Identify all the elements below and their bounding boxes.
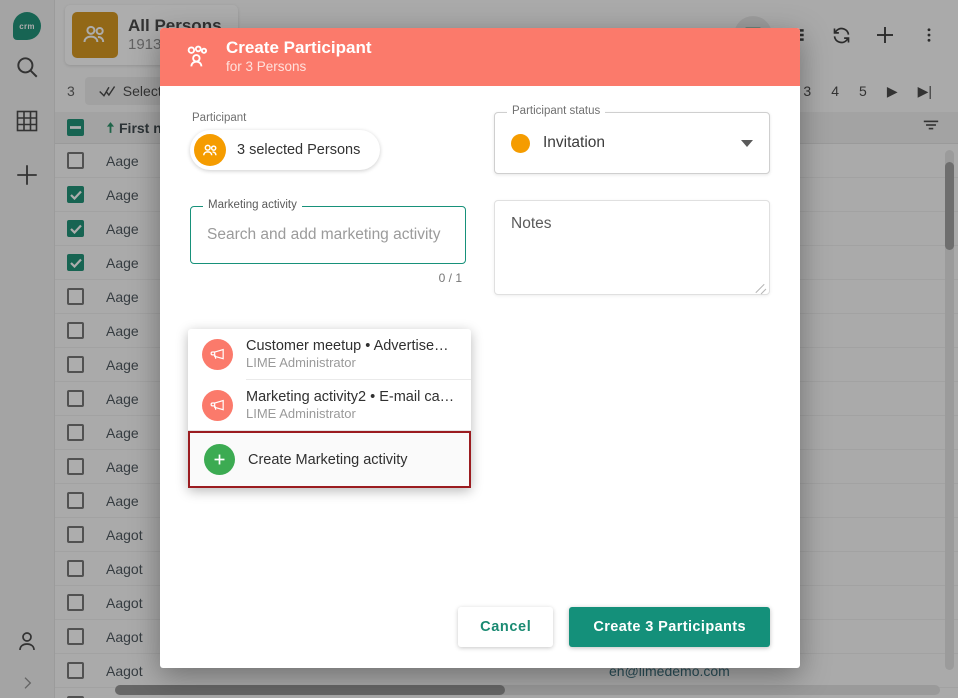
participant-value: 3 selected Persons [237, 142, 360, 158]
suggestion-subtitle: LIME Administrator [246, 355, 449, 370]
marketing-activity-input[interactable]: Search and add marketing activity [207, 226, 440, 244]
create-marketing-activity-option[interactable]: Create Marketing activity [188, 431, 471, 488]
suggestion-title: Customer meetup • Advertise… [246, 338, 449, 354]
notes-placeholder: Notes [511, 215, 552, 232]
cancel-button[interactable]: Cancel [458, 607, 553, 647]
plus-circle-icon [204, 444, 235, 475]
megaphone-icon [202, 339, 233, 370]
suggestion-subtitle: LIME Administrator [246, 406, 454, 421]
participant-status-label: Participant status [507, 105, 605, 117]
participant-label: Participant [190, 112, 466, 124]
persons-avatar-icon [194, 134, 226, 166]
marketing-activity-counter: 0 / 1 [190, 271, 466, 285]
resize-handle-icon[interactable] [756, 281, 766, 291]
participant-status-select[interactable]: Participant status Invitation [494, 112, 770, 174]
marketing-activity-suggestions: Customer meetup • Advertise… LIME Admini… [188, 329, 471, 488]
create-participant-dialog: Create Participant for 3 Persons Partici… [160, 28, 800, 668]
suggestion-title: Marketing activity2 • E-mail ca… [246, 389, 454, 405]
dialog-subtitle: for 3 Persons [226, 58, 372, 76]
dialog-body: Participant 3 selected Persons [160, 86, 800, 586]
suggestion-item[interactable]: Marketing activity2 • E-mail ca… LIME Ad… [188, 380, 471, 430]
dialog-header: Create Participant for 3 Persons [160, 28, 800, 86]
dialog-title: Create Participant [226, 38, 372, 58]
create-participants-button[interactable]: Create 3 Participants [569, 607, 770, 647]
participant-chip[interactable]: 3 selected Persons [190, 130, 380, 170]
chevron-down-icon[interactable] [741, 140, 753, 147]
dialog-footer: Cancel Create 3 Participants [160, 586, 800, 668]
megaphone-icon [202, 390, 233, 421]
participants-icon [182, 42, 212, 72]
notes-field[interactable]: Notes [494, 200, 770, 295]
marketing-activity-field[interactable]: Marketing activity Search and add market… [190, 206, 466, 264]
participant-status-value: Invitation [543, 134, 605, 152]
status-color-dot [511, 134, 530, 153]
create-option-label: Create Marketing activity [248, 452, 408, 468]
marketing-activity-label: Marketing activity [203, 199, 302, 211]
suggestion-item[interactable]: Customer meetup • Advertise… LIME Admini… [188, 329, 471, 379]
